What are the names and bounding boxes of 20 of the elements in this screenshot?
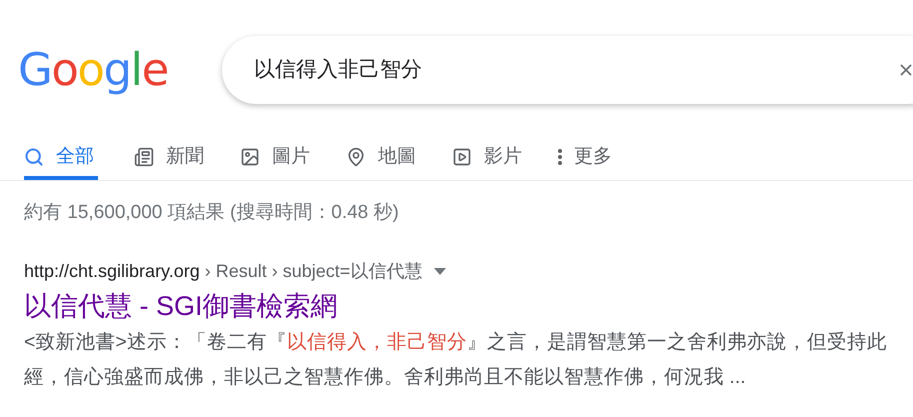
search-tab[interactable]: 全部 [24, 144, 98, 180]
result-snippet: <致新池書>述示：「卷二有『以信得入，非己智分』之言，是謂智慧第一之舍利弗亦說，但受持此經，信心強盛而成佛，非以己之智慧作佛。舍利弗尚且不能以智慧作佛，何況我 ... [24, 330, 888, 390]
map-pin-icon [346, 147, 366, 167]
newspaper-icon [134, 147, 154, 167]
search-tab[interactable]: 影片 [452, 144, 522, 180]
search-tab[interactable]: 新聞 [134, 144, 204, 180]
image-icon [240, 147, 260, 167]
breadcrumb: › Result › subject=以信代慧 [204, 260, 422, 283]
play-icon [452, 147, 472, 167]
google-logo[interactable]: Google [18, 44, 168, 96]
search-tab[interactable]: 圖片 [240, 144, 310, 180]
search-icon [24, 147, 44, 167]
search-tab[interactable]: 地圖 [346, 144, 416, 180]
search-tab[interactable]: 更多 [558, 144, 612, 180]
result-stats: 約有 15,600,000 項結果 (搜尋時間：0.48 秒) [23, 201, 400, 225]
more-icon [558, 149, 562, 165]
search-field[interactable]: 以信得入非己智分 [254, 54, 897, 86]
caret-icon[interactable] [434, 268, 446, 274]
result-url: http://cht.sgilibrary.org [24, 260, 200, 283]
result-title[interactable]: 以信代慧 - SGI御書檢索網 [24, 289, 913, 323]
